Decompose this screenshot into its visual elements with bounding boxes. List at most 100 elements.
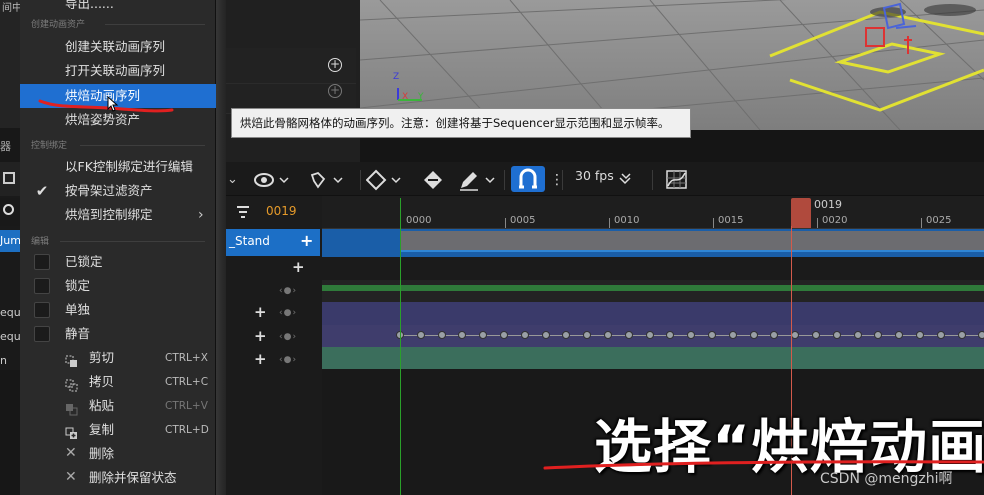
outliner-row[interactable]: equ — [0, 302, 20, 324]
menu-item-create-linked-anim[interactable]: 创建关联动画序列 — [20, 35, 216, 59]
add-key-icon[interactable]: + — [254, 326, 267, 346]
keyframe-dot[interactable] — [583, 331, 592, 339]
menu-item-duplicate[interactable]: 复制 CTRL+D — [20, 418, 216, 442]
axis-y-label: Y — [418, 92, 424, 102]
add-track-icon[interactable]: + — [300, 231, 313, 250]
key-diamond-icon[interactable] — [365, 169, 406, 191]
keyframe-dot[interactable] — [708, 331, 716, 339]
keyframe-dot[interactable] — [562, 331, 571, 339]
eye-icon[interactable] — [254, 169, 294, 191]
track-lane[interactable] — [322, 280, 984, 302]
keyframe-dot[interactable] — [687, 331, 696, 339]
menu-item-bake-to-control-rig[interactable]: 烘焙到控制绑定 › — [20, 203, 216, 227]
chevron-down-icon[interactable]: ⌄ — [227, 169, 238, 191]
key-nav-icon[interactable]: ‹●› — [279, 326, 297, 348]
curve-editor-icon[interactable] — [666, 169, 688, 191]
menu-item-open-linked-anim[interactable]: 打开关联动画序列 — [20, 59, 216, 83]
time-ruler[interactable]: 0000 0005 0010 0015 0020 0025 — [322, 196, 984, 229]
keyframe-dot[interactable] — [749, 331, 758, 339]
track-lane-selected[interactable] — [322, 229, 984, 257]
ruler-label: 0000 — [406, 215, 432, 226]
auto-key-icon[interactable] — [422, 169, 446, 191]
snap-toggle-button[interactable] — [511, 166, 545, 192]
keyframe-dot[interactable] — [812, 331, 820, 339]
add-key-icon[interactable]: + — [292, 257, 305, 277]
key-nav-icon[interactable]: ‹●› — [279, 280, 297, 302]
add-key-icon[interactable]: + — [254, 349, 267, 369]
search-icon[interactable] — [3, 204, 14, 215]
frame-rate-dropdown[interactable]: 30 fps — [575, 168, 614, 183]
keyframe-dot[interactable] — [541, 331, 550, 339]
menu-item-delete-keep-state[interactable]: ✕ 删除并保留状态 — [20, 466, 216, 490]
menu-item-locked[interactable]: 已锁定 — [20, 250, 216, 274]
menu-item-mute[interactable]: 静音 — [20, 322, 216, 346]
keyframe-dot[interactable] — [645, 331, 654, 339]
menu-item-filter-by-skeleton[interactable]: ✔ 按骨架过滤资产 — [20, 179, 216, 203]
menu-item-cut[interactable]: 剪切 CTRL+X — [20, 346, 216, 370]
checkbox-icon[interactable] — [34, 302, 50, 318]
checkbox-icon[interactable] — [34, 254, 50, 270]
filter-icon[interactable] — [236, 205, 250, 222]
track-lane[interactable] — [322, 302, 984, 325]
menu-item-delete[interactable]: ✕ 删除 — [20, 442, 216, 466]
ruler-tick — [817, 218, 818, 228]
keyframe-dot[interactable] — [916, 331, 924, 339]
save-icon[interactable] — [3, 172, 15, 184]
track-row[interactable]: ‹●› — [226, 280, 318, 303]
track-lane[interactable] — [322, 257, 984, 280]
chevron-down-icon[interactable] — [620, 167, 632, 188]
keyframe-dot[interactable] — [874, 331, 883, 339]
keyframe-dot[interactable] — [791, 331, 800, 339]
menu-item-solo[interactable]: 单独 — [20, 298, 216, 322]
menu-item-copy[interactable]: 拷贝 CTRL+C — [20, 370, 216, 394]
track-row[interactable]: + ‹●› — [226, 302, 318, 325]
keyframe-dot[interactable] — [832, 331, 841, 339]
mouse-cursor-icon — [107, 96, 119, 112]
animation-section[interactable] — [400, 231, 984, 252]
checkbox-icon[interactable] — [34, 278, 50, 294]
playhead-handle[interactable] — [791, 198, 811, 228]
keyframe-dot[interactable] — [936, 331, 945, 339]
key-nav-icon[interactable]: ‹●› — [279, 349, 297, 371]
paste-icon — [65, 400, 78, 416]
keyframe-dot[interactable] — [624, 331, 633, 339]
toolbar-separator — [652, 170, 653, 190]
checkbox-icon[interactable] — [34, 326, 50, 342]
keyframe-dot[interactable] — [416, 331, 425, 339]
keyframe-dot[interactable] — [978, 331, 984, 339]
keyframe-dot[interactable] — [895, 331, 904, 339]
keyframe-dot[interactable] — [437, 331, 446, 339]
keyframe-dot[interactable] — [770, 331, 779, 339]
add-icon[interactable]: + — [328, 84, 342, 98]
track-row[interactable]: + — [226, 257, 318, 280]
keyframe-dot[interactable] — [479, 331, 488, 339]
track-row[interactable]: + ‹●› — [226, 349, 318, 372]
panel-tab-label[interactable]: 器 — [0, 138, 11, 154]
keyframe-dot[interactable] — [500, 331, 508, 339]
menu-item-export[interactable]: 导出...... — [20, 0, 216, 16]
menu-item-fk-control-edit[interactable]: 以FK控制绑定进行编辑 — [20, 155, 216, 179]
track-lane[interactable] — [322, 347, 984, 369]
keyframe-dot[interactable] — [520, 331, 529, 339]
track-row-selected[interactable]: _Stand + — [226, 229, 320, 256]
pencil-icon[interactable] — [458, 169, 498, 191]
keyframe-dot[interactable] — [853, 331, 862, 339]
menu-item-lock[interactable]: 锁定 — [20, 274, 216, 298]
track-row[interactable]: + ‹●› — [226, 326, 318, 349]
keyframe-lane[interactable] — [322, 325, 984, 347]
keyframe-dot[interactable] — [458, 331, 467, 339]
keyframe-dot[interactable] — [957, 331, 966, 339]
playback-start-marker[interactable] — [400, 198, 401, 495]
current-frame-field[interactable]: 0019 — [266, 204, 297, 218]
keyframe-dot[interactable] — [666, 331, 675, 339]
key-nav-icon[interactable]: ‹●› — [279, 302, 297, 324]
keyframe-dot[interactable] — [604, 331, 612, 339]
keyframe-dot[interactable] — [728, 331, 737, 339]
outliner-row-selected[interactable]: Jum — [0, 230, 20, 252]
add-icon[interactable]: + — [328, 58, 342, 72]
playhead-frame-label: 0019 — [814, 198, 842, 211]
event-bar[interactable] — [322, 285, 984, 291]
add-key-icon[interactable]: + — [254, 302, 267, 322]
transform-icon[interactable] — [308, 169, 348, 191]
outliner-row[interactable]: n — [0, 350, 20, 372]
